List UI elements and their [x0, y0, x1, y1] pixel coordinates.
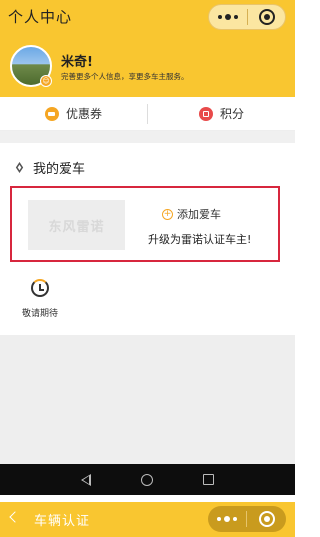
- target-close-icon: [258, 9, 275, 25]
- more-dots-icon[interactable]: [209, 5, 247, 29]
- coming-soon-item[interactable]: 敬请期待: [22, 279, 58, 319]
- car-placeholder-image: 东风雷诺: [28, 200, 125, 250]
- header: 个人中心 ☺ 米奇! 完善更多个人信息，享更多车主服务。: [0, 0, 295, 97]
- my-car-title: 我的爱车: [33, 162, 86, 177]
- empty-area: [0, 335, 295, 464]
- my-car-header: 我的爱车: [14, 158, 85, 177]
- tab-points-label: 积分: [219, 107, 244, 121]
- home-circle-icon[interactable]: [141, 473, 153, 486]
- tab-coupons[interactable]: 优惠券: [0, 105, 147, 122]
- target-close-icon: [258, 511, 275, 527]
- user-name: 米奇!: [61, 55, 93, 70]
- page-title: 个人中心: [8, 8, 73, 26]
- mini-program-capsule: [208, 4, 286, 30]
- avatar-badge-icon: ☺: [40, 75, 52, 87]
- close-button[interactable]: [247, 511, 286, 527]
- renault-logo-icon: [15, 162, 24, 173]
- cert-capsule: [208, 506, 286, 532]
- upgrade-text: 升级为雷诺认证车主!: [148, 233, 252, 246]
- profile-tip[interactable]: 完善更多个人信息，享更多车主服务。: [61, 71, 189, 82]
- coupon-icon: [44, 106, 59, 121]
- chevron-left-icon[interactable]: [9, 511, 21, 523]
- cert-title: 车辆认证: [34, 514, 91, 529]
- add-car-button[interactable]: + 添加爱车: [162, 206, 221, 222]
- back-triangle-icon[interactable]: [81, 473, 91, 486]
- android-nav-bar: [0, 464, 295, 495]
- coming-soon-label: 敬请期待: [22, 309, 59, 319]
- vehicle-cert-bar: 车辆认证: [0, 502, 295, 537]
- tab-coupons-label: 优惠券: [65, 107, 102, 121]
- section-gap: [0, 131, 295, 143]
- more-dots-icon[interactable]: [208, 506, 246, 532]
- clock-icon: [31, 279, 49, 297]
- recent-square-icon[interactable]: [203, 474, 214, 485]
- close-button[interactable]: [248, 9, 285, 25]
- plus-circle-icon: +: [162, 208, 173, 220]
- benefits-row: 优惠券 积分: [0, 97, 295, 131]
- screen: 个人中心 ☺ 米奇! 完善更多个人信息，享更多车主服务。 优惠券 积分 我的爱车…: [0, 0, 295, 537]
- points-icon: [198, 106, 213, 121]
- tab-points[interactable]: 积分: [148, 105, 295, 122]
- add-car-card[interactable]: 东风雷诺 + 添加爱车 升级为雷诺认证车主!: [10, 186, 280, 262]
- add-car-label: 添加爱车: [177, 208, 221, 221]
- divider-gap: [0, 495, 295, 502]
